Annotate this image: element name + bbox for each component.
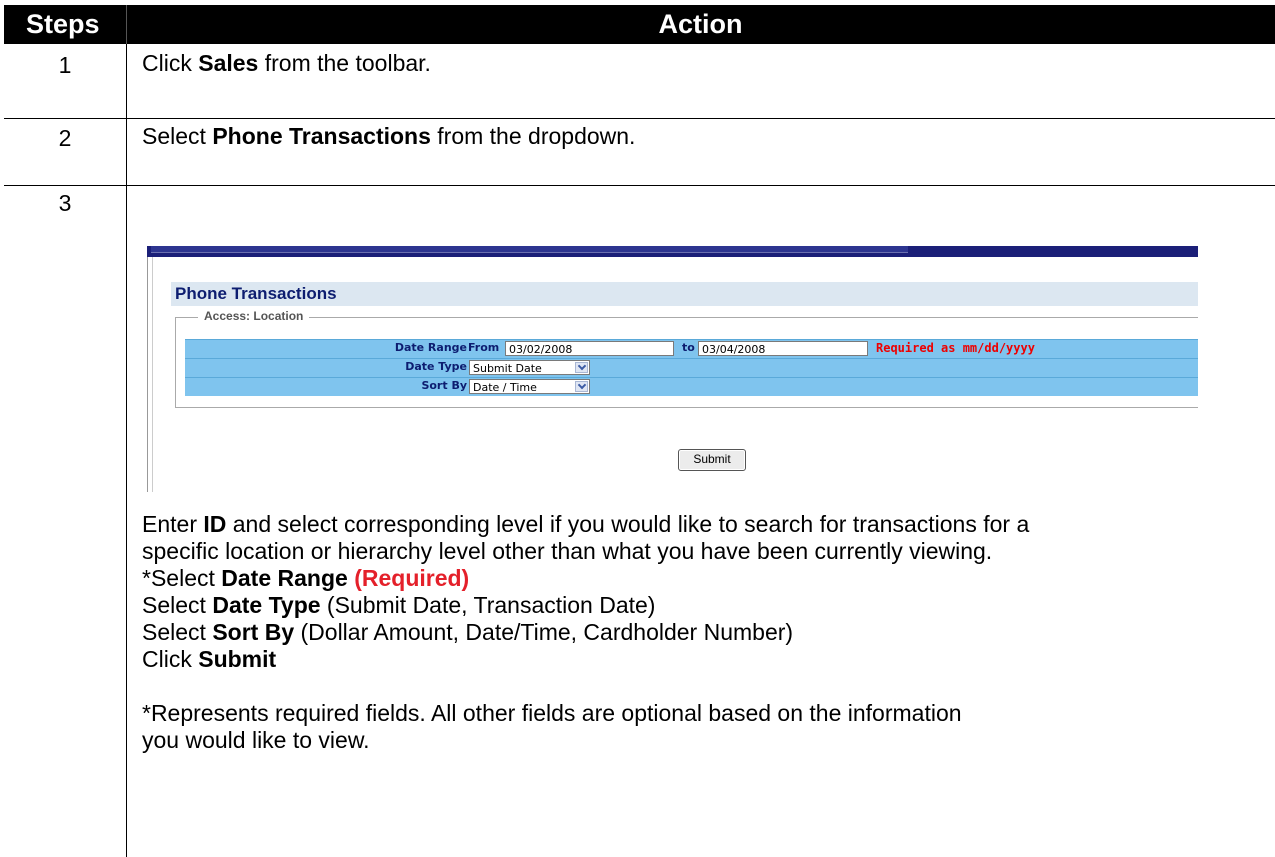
desc-line: Select Sort By (Dollar Amount, Date/Time… bbox=[142, 619, 1267, 646]
nav-toolbar bbox=[147, 246, 1198, 257]
desc-l5-pre: Select bbox=[142, 619, 213, 645]
step-3-description: Enter ID and select corresponding level … bbox=[142, 511, 1267, 754]
step-1-text: Click Sales from the toolbar. bbox=[142, 49, 431, 78]
frame-border bbox=[147, 257, 153, 492]
header-divider bbox=[126, 5, 127, 44]
desc-line: *Select Date Range (Required) bbox=[142, 565, 1267, 592]
from-date-input[interactable]: 03/02/2008 bbox=[505, 341, 674, 356]
desc-l3-bold: Date Range bbox=[221, 565, 355, 591]
desc-l5-bold: Sort By bbox=[212, 619, 295, 645]
column-divider bbox=[126, 44, 127, 857]
sort-by-row: Sort By Date / Time bbox=[185, 377, 1198, 396]
step-1-pre: Click bbox=[142, 50, 199, 76]
required-note: Required as mm/dd/yyyy bbox=[876, 341, 1035, 355]
steps-header: Steps bbox=[4, 5, 126, 44]
desc-l1-bold: ID bbox=[203, 511, 227, 537]
date-range-row: Date Range From 03/02/2008 to 03/04/2008… bbox=[185, 339, 1198, 358]
desc-l6-pre: Click bbox=[142, 646, 199, 672]
sort-by-label: Sort By bbox=[421, 379, 467, 392]
step-number: 1 bbox=[58, 52, 72, 78]
sort-by-select[interactable]: Date / Time bbox=[469, 379, 590, 394]
desc-l1-post: and select corresponding level if you wo… bbox=[226, 511, 1030, 537]
to-date-input[interactable]: 03/04/2008 bbox=[698, 341, 868, 356]
step-number: 2 bbox=[58, 125, 72, 151]
step-number: 3 bbox=[58, 190, 72, 216]
date-range-label: Date Range bbox=[394, 341, 467, 354]
sort-by-value: Date / Time bbox=[473, 381, 537, 394]
date-type-select[interactable]: Submit Date bbox=[469, 360, 590, 375]
desc-l1-pre: Enter bbox=[142, 511, 204, 537]
desc-l3-pre: *Select bbox=[142, 565, 222, 591]
phone-transactions-screenshot: Phone Transactions Access: Location Date… bbox=[143, 246, 1198, 492]
date-type-row: Date Type Submit Date bbox=[185, 358, 1198, 377]
nav-toolbar-tabs bbox=[151, 246, 908, 253]
action-header: Action bbox=[126, 5, 1275, 44]
chevron-down-icon[interactable] bbox=[575, 381, 588, 392]
desc-line: specific location or hierarchy level oth… bbox=[142, 538, 993, 564]
step-2-post: from the dropdown. bbox=[430, 123, 636, 149]
submit-button[interactable]: Submit bbox=[678, 449, 746, 471]
step-2-text: Select Phone Transactions from the dropd… bbox=[142, 122, 635, 151]
desc-spacer bbox=[142, 673, 1267, 700]
step-1-bold: Sales bbox=[198, 50, 259, 76]
row-divider bbox=[4, 118, 1275, 119]
date-type-value: Submit Date bbox=[473, 362, 542, 375]
to-label: to bbox=[682, 341, 695, 354]
desc-line: *Represents required fields. All other f… bbox=[142, 700, 962, 726]
date-type-label: Date Type bbox=[405, 360, 467, 373]
desc-l5-post: (Dollar Amount, Date/Time, Cardholder Nu… bbox=[294, 619, 794, 645]
chevron-down-icon[interactable] bbox=[575, 362, 588, 373]
step-1-post: from the toolbar. bbox=[258, 50, 431, 76]
desc-line: Select Date Type (Submit Date, Transacti… bbox=[142, 592, 1267, 619]
from-label: From bbox=[468, 341, 500, 354]
desc-line: Enter ID and select corresponding level … bbox=[142, 511, 1267, 538]
page-title: Phone Transactions bbox=[171, 282, 1198, 306]
step-2-pre: Select bbox=[142, 123, 213, 149]
step-2-bold: Phone Transactions bbox=[212, 123, 431, 149]
steps-table: Steps Action 1 Click Sales from the tool… bbox=[0, 0, 1275, 857]
desc-l4-post: (Submit Date, Transaction Date) bbox=[320, 592, 656, 618]
desc-l6-bold: Submit bbox=[198, 646, 277, 672]
fieldset-legend: Access: Location bbox=[198, 309, 310, 323]
row-divider bbox=[4, 185, 1275, 186]
desc-line: you would like to view. bbox=[142, 727, 370, 753]
required-tag: (Required) bbox=[354, 565, 470, 591]
desc-l4-pre: Select bbox=[142, 592, 213, 618]
desc-l4-bold: Date Type bbox=[212, 592, 321, 618]
desc-line: Click Submit bbox=[142, 646, 1267, 673]
